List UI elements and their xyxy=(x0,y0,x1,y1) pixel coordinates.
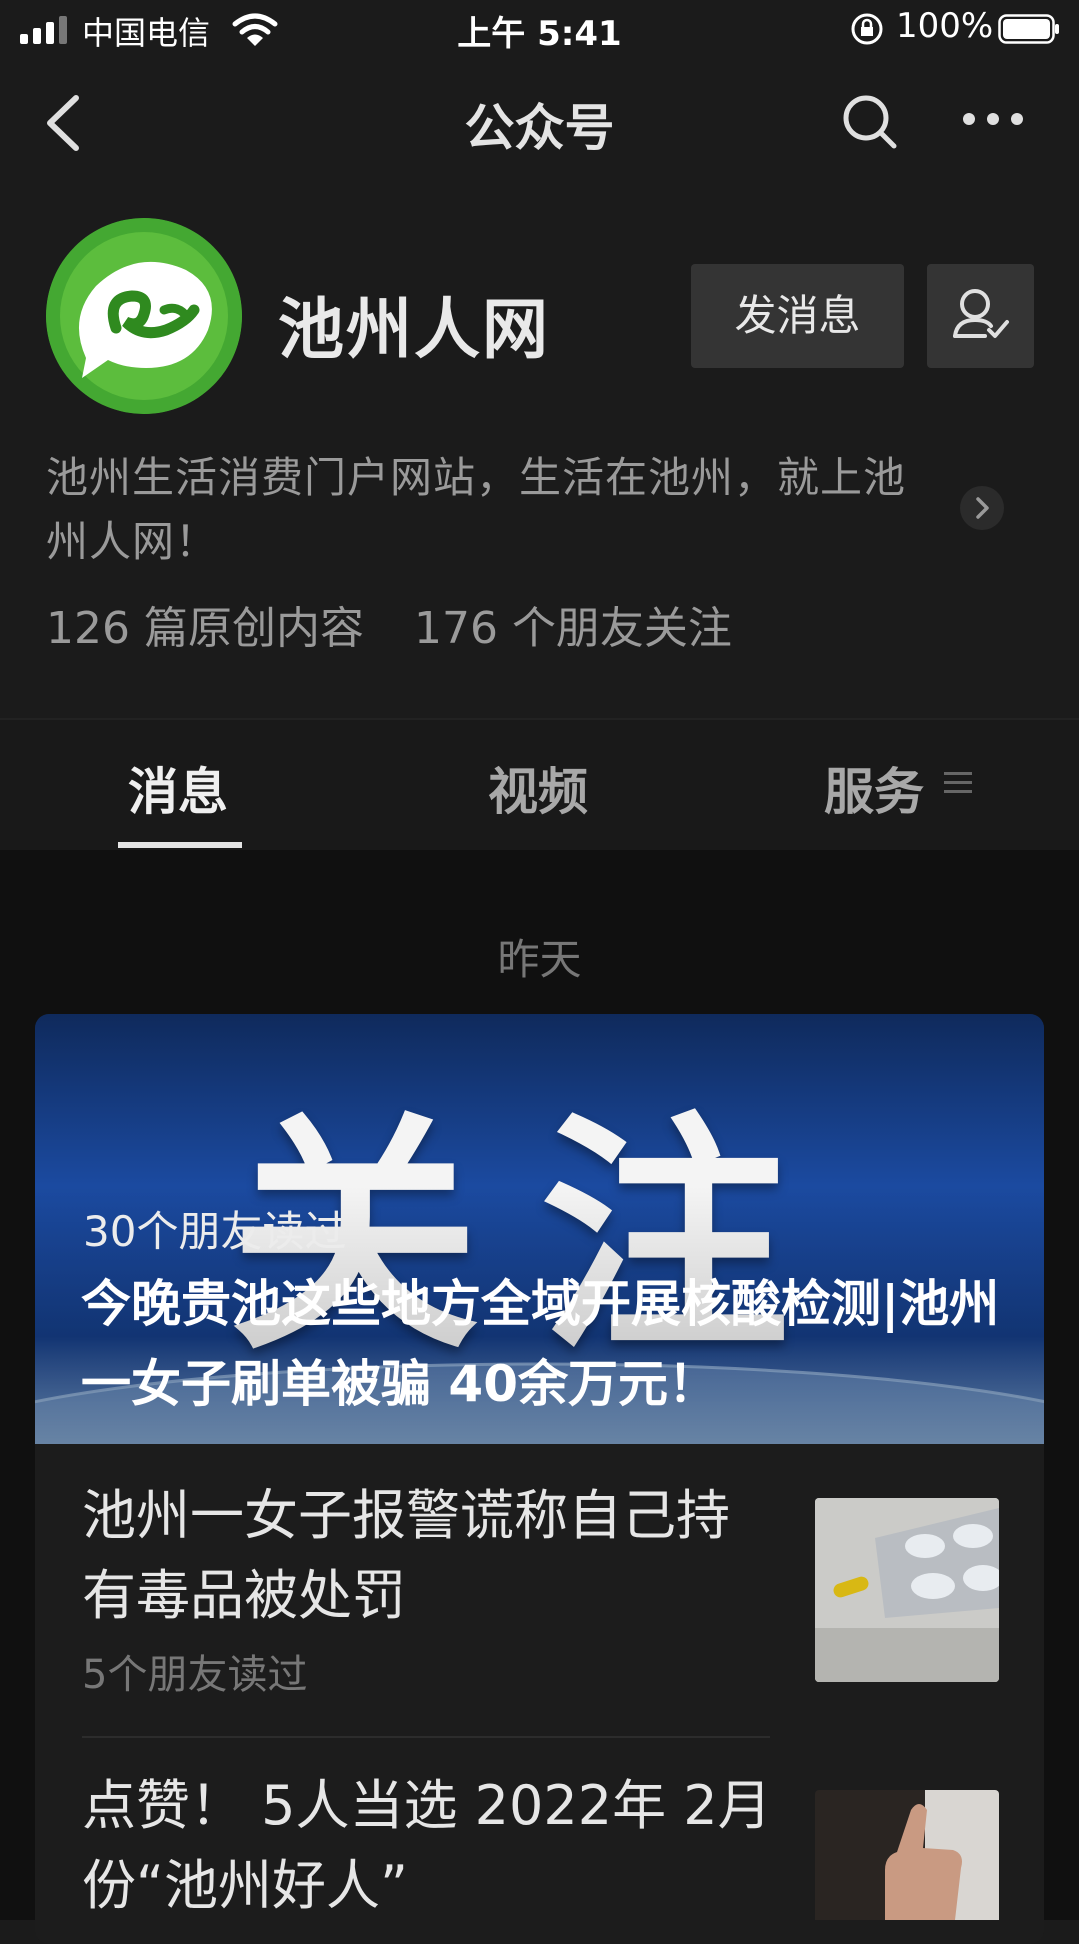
account-stats: 126 篇原创内容 176 个朋友关注 xyxy=(46,592,782,656)
article-title: 点赞！ 5人当选 2022年 2月份“池州好人” xyxy=(82,1774,772,1917)
chevron-right-icon[interactable] xyxy=(960,486,1004,530)
featured-reads: 30个朋友读过 xyxy=(83,1207,347,1256)
account-avatar[interactable] xyxy=(46,218,242,414)
menu-icon[interactable] xyxy=(944,770,972,796)
article-reads: 5个朋友读过 xyxy=(82,1652,308,1698)
follow-status-button[interactable] xyxy=(927,264,1034,368)
account-description[interactable]: 池州生活消费门户网站，生活在池州，就上池州人网！ xyxy=(46,446,946,574)
divider xyxy=(82,1736,770,1738)
account-logo-icon xyxy=(46,218,242,414)
pills-thumbnail[interactable] xyxy=(815,1498,999,1682)
active-tab-indicator xyxy=(118,842,242,848)
rotation-lock-icon xyxy=(851,13,883,45)
original-count[interactable]: 126 篇原创内容 xyxy=(46,603,364,654)
send-message-button[interactable]: 发消息 xyxy=(691,264,904,368)
list-item[interactable]: 点赞！ 5人当选 2022年 2月份“池州好人” xyxy=(82,1766,782,1926)
status-bar: 中国电信 上午 5:41 100% xyxy=(0,0,1079,60)
tab-messages[interactable]: 消息 xyxy=(128,752,228,824)
followed-user-icon xyxy=(953,289,1009,338)
tab-services[interactable]: 服务 xyxy=(824,752,924,824)
featured-article[interactable]: 关注 30个朋友读过 今晚贵池这些地方全域开展核酸检测|池州一女子刷单被骗 40… xyxy=(35,1014,1044,1444)
tab-videos[interactable]: 视频 xyxy=(488,752,588,824)
list-item[interactable]: 池州一女子报警谎称自己持有毒品被处罚 5个朋友读过 xyxy=(82,1476,782,1700)
search-icon[interactable] xyxy=(840,92,900,152)
account-name: 池州人网 xyxy=(278,291,550,368)
date-label: 昨天 xyxy=(497,935,582,984)
more-options-icon[interactable] xyxy=(962,104,1024,134)
featured-title: 今晚贵池这些地方全域开展核酸检测|池州一女子刷单被骗 40余万元！ xyxy=(81,1275,1000,1413)
battery-icon xyxy=(998,14,1059,44)
page-title: 公众号 xyxy=(464,99,615,157)
friends-following-count[interactable]: 176 个朋友关注 xyxy=(414,603,732,654)
battery-percent: 100% xyxy=(896,6,994,46)
thumbs-up-thumbnail[interactable] xyxy=(815,1790,999,1920)
article-title: 池州一女子报警谎称自己持有毒品被处罚 xyxy=(82,1484,730,1627)
